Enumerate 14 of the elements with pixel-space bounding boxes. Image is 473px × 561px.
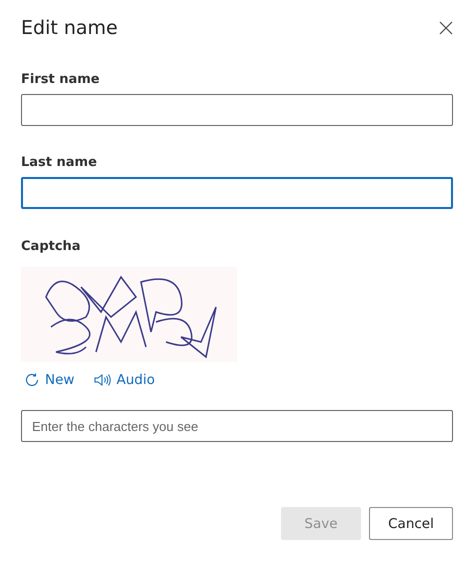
close-icon (439, 21, 453, 35)
field-label: First name (21, 72, 101, 87)
cancel-button[interactable]: Cancel (369, 507, 453, 540)
close-button[interactable] (437, 19, 455, 37)
refresh-icon (24, 372, 40, 388)
text-field[interactable] (21, 94, 453, 126)
audio-link[interactable]: Audio (94, 372, 155, 388)
new-captcha-link[interactable]: New (24, 372, 74, 388)
field-label: Last name (21, 155, 98, 170)
input-field[interactable]: Enter the characters you see (21, 410, 453, 442)
text-field[interactable] (21, 177, 453, 209)
field-label: Captcha (21, 239, 82, 254)
speaker-icon (94, 373, 112, 387)
dialog-title: Edit name (21, 17, 118, 39)
